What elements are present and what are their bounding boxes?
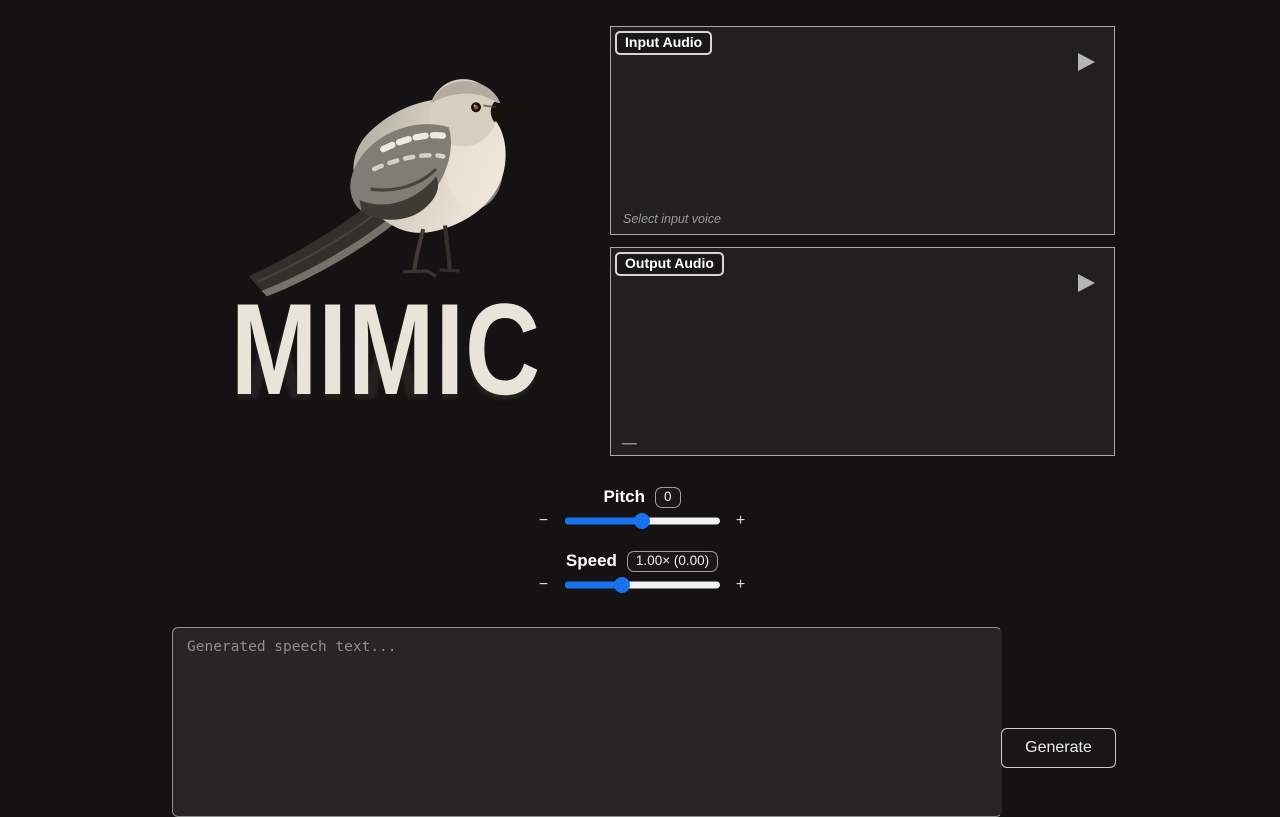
speed-decrease-button[interactable]: − xyxy=(536,577,552,593)
play-icon xyxy=(1076,273,1096,293)
speed-label: Speed xyxy=(566,551,617,571)
pitch-decrease-button[interactable]: − xyxy=(536,513,552,529)
pitch-value-badge: 0 xyxy=(655,487,681,508)
speed-slider[interactable] xyxy=(565,576,720,593)
play-icon xyxy=(1076,52,1096,72)
generate-button[interactable]: Generate xyxy=(1001,728,1116,768)
pitch-slider-thumb[interactable] xyxy=(634,513,650,529)
pitch-control-group: Pitch 0 − + xyxy=(527,486,757,529)
output-audio-label: Output Audio xyxy=(615,252,724,276)
pitch-label: Pitch xyxy=(603,487,645,507)
pitch-slider-fill xyxy=(565,517,643,524)
speed-value-badge: 1.00× (0.00) xyxy=(627,551,718,572)
output-audio-panel: Output Audio — xyxy=(610,247,1115,456)
speed-increase-button[interactable]: + xyxy=(733,577,749,593)
speech-text-input[interactable] xyxy=(172,627,1002,817)
output-status-dash: — xyxy=(622,435,637,452)
mockingbird-icon xyxy=(236,38,536,302)
input-audio-panel: Input Audio Select input voice xyxy=(610,26,1115,235)
pitch-increase-button[interactable]: + xyxy=(733,513,749,529)
brand-reflection: MIMIC xyxy=(231,343,541,407)
pitch-slider[interactable] xyxy=(565,512,720,529)
input-voice-hint: Select input voice xyxy=(623,212,721,226)
speed-slider-thumb[interactable] xyxy=(614,577,630,593)
app-logo: MIMIC MIMIC xyxy=(196,38,576,471)
input-play-button[interactable] xyxy=(1076,52,1096,72)
output-play-button[interactable] xyxy=(1076,273,1096,293)
speed-control-group: Speed 1.00× (0.00) − + xyxy=(527,550,757,593)
input-audio-label: Input Audio xyxy=(615,31,712,55)
